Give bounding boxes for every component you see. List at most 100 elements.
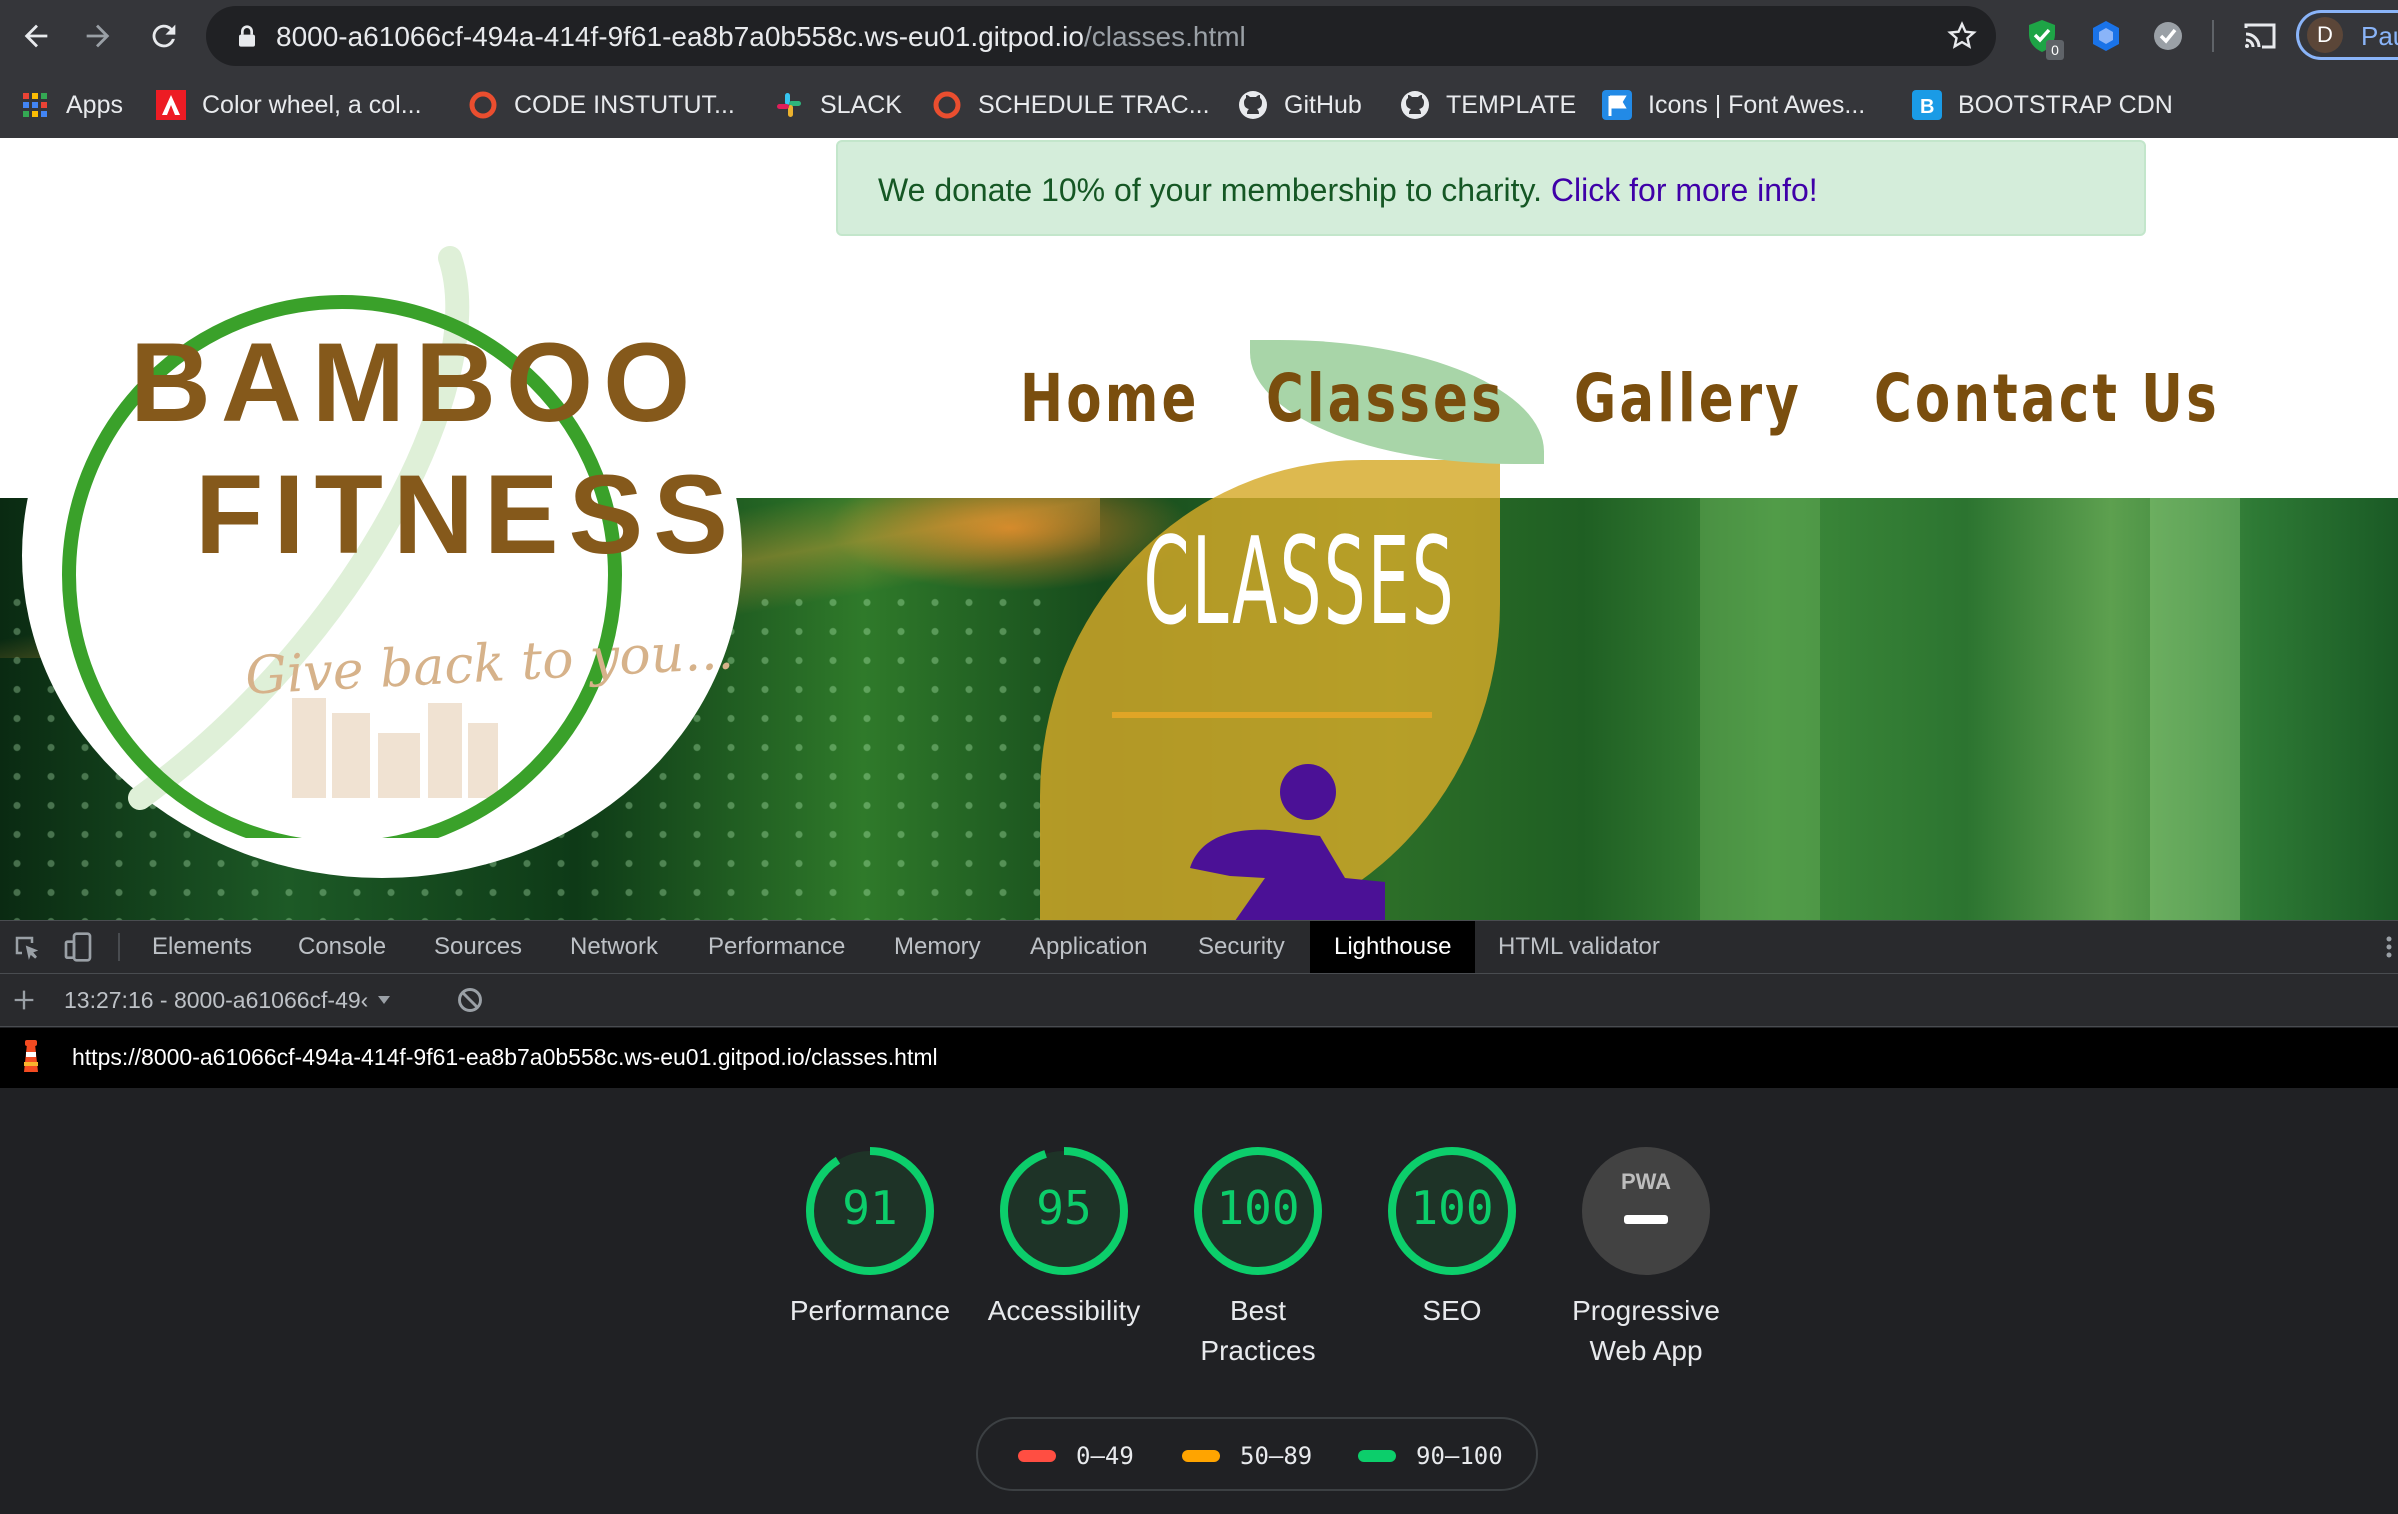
adobe-icon bbox=[156, 90, 186, 120]
cube-extension-icon[interactable] bbox=[2086, 16, 2126, 56]
arrow-right-icon bbox=[86, 24, 110, 48]
banner-text: We donate 10% of your membership to char… bbox=[878, 172, 1551, 208]
score-value: 100 bbox=[1410, 1181, 1494, 1235]
legend-pass: 90–100 bbox=[1358, 1439, 1503, 1473]
reload-icon bbox=[152, 24, 176, 48]
legend-label: 90–100 bbox=[1416, 1442, 1503, 1470]
devtools-panel: Elements Console Sources Network Perform… bbox=[0, 920, 2398, 1514]
profile-button[interactable]: D Pau bbox=[2296, 10, 2398, 60]
check-extension-icon[interactable] bbox=[2148, 16, 2188, 56]
bookmark-code-institute[interactable]: CODE INSTUTUT... bbox=[468, 82, 735, 128]
address-bar[interactable]: 8000-a61066cf-494a-414f-9f61-ea8b7a0b558… bbox=[206, 6, 1996, 66]
url-path: /classes.html bbox=[1083, 21, 1246, 52]
logo-text-fitness: FITNESS bbox=[195, 452, 738, 577]
tab-console[interactable]: Console bbox=[298, 921, 386, 973]
toolbar-divider bbox=[2212, 20, 2214, 52]
bookmark-bootstrap-cdn[interactable]: B BOOTSTRAP CDN bbox=[1912, 82, 2173, 128]
bookmark-schedule-tracker[interactable]: SCHEDULE TRAC... bbox=[932, 82, 1210, 128]
tab-performance[interactable]: Performance bbox=[708, 921, 845, 973]
bookmark-color-wheel[interactable]: Color wheel, a col... bbox=[156, 82, 422, 128]
gauge-accessibility[interactable]: 95 Accessibility bbox=[969, 1145, 1159, 1331]
bookmark-label: SLACK bbox=[820, 90, 902, 119]
bookmark-label: Icons | Font Awes... bbox=[1648, 90, 1866, 119]
avatar: D bbox=[2307, 17, 2343, 53]
legend-label: 50–89 bbox=[1240, 1442, 1313, 1470]
score-value: 91 bbox=[842, 1181, 898, 1235]
charity-banner: We donate 10% of your membership to char… bbox=[836, 140, 2146, 236]
nav-classes[interactable]: Classes bbox=[1266, 360, 1505, 437]
bookmark-label: SCHEDULE TRAC... bbox=[978, 90, 1210, 119]
pwa-badge-text: PWA bbox=[1620, 1169, 1672, 1194]
bookmark-label: Color wheel, a col... bbox=[202, 90, 422, 119]
report-url: https://8000-a61066cf-494a-414f-9f61-ea8… bbox=[72, 1044, 938, 1070]
report-select[interactable]: 13:27:16 - 8000-a61066cf-49‹ bbox=[64, 984, 392, 1016]
nav-gallery[interactable]: Gallery bbox=[1574, 360, 1802, 437]
running-person-icon bbox=[1190, 764, 1385, 920]
tab-memory[interactable]: Memory bbox=[894, 921, 981, 973]
legend-swatch-green bbox=[1358, 1450, 1396, 1462]
banner-link[interactable]: Click for more info! bbox=[1551, 172, 1818, 208]
lighthouse-toolbar: 13:27:16 - 8000-a61066cf-49‹ bbox=[0, 974, 2398, 1027]
gauge-performance[interactable]: 91 Performance bbox=[775, 1145, 965, 1331]
plus-icon[interactable] bbox=[10, 986, 38, 1014]
more-tabs-icon[interactable] bbox=[2384, 935, 2394, 959]
lighthouse-logo-icon bbox=[24, 1040, 38, 1072]
logo-text-bamboo: BAMBOO bbox=[130, 320, 701, 445]
clear-block-icon[interactable] bbox=[456, 986, 484, 1014]
legend-swatch-red bbox=[1018, 1450, 1056, 1462]
tab-divider bbox=[118, 933, 120, 961]
device-toolbar-icon[interactable] bbox=[62, 931, 94, 963]
bookmark-label: TEMPLATE bbox=[1446, 90, 1577, 119]
bookmark-font-awesome[interactable]: Icons | Font Awes... bbox=[1602, 82, 1865, 128]
legend-average: 50–89 bbox=[1182, 1439, 1312, 1473]
extension-badge: 0 bbox=[2046, 40, 2064, 60]
legend-fail: 0–49 bbox=[1018, 1439, 1134, 1473]
url-host: 8000-a61066cf-494a-414f-9f61-ea8b7a0b558… bbox=[276, 21, 1084, 52]
score-label: SEO bbox=[1422, 1295, 1482, 1326]
nav-contact-us[interactable]: Contact Us bbox=[1874, 360, 2220, 437]
bootstrap-icon: B bbox=[1912, 90, 1942, 120]
gauge-pwa[interactable]: PWA Progressive Web App bbox=[1551, 1145, 1741, 1371]
reload-button[interactable] bbox=[142, 14, 186, 58]
score-gauges: 91 Performance 95 Accessibility 100 Best… bbox=[0, 1145, 2398, 1445]
apps-grid-icon bbox=[20, 90, 50, 120]
profile-name: Pau bbox=[2361, 21, 2398, 51]
bookmark-template[interactable]: TEMPLATE bbox=[1400, 82, 1576, 128]
bookmarks-bar: Apps Color wheel, a col... CODE INSTUTUT… bbox=[0, 82, 2398, 128]
gauge-best-practices[interactable]: 100 Best Practices bbox=[1163, 1145, 1353, 1371]
pwa-badge-icon bbox=[1582, 1147, 1710, 1275]
bookmark-github[interactable]: GitHub bbox=[1238, 82, 1362, 128]
chevron-down-icon bbox=[378, 996, 391, 1004]
bookmark-label: Apps bbox=[66, 90, 123, 119]
report-url-bar: https://8000-a61066cf-494a-414f-9f61-ea8… bbox=[0, 1028, 2398, 1088]
legend-label: 0–49 bbox=[1076, 1442, 1134, 1470]
browser-chrome: 8000-a61066cf-494a-414f-9f61-ea8b7a0b558… bbox=[0, 0, 2398, 138]
devtools-tabbar: Elements Console Sources Network Perform… bbox=[0, 920, 2398, 974]
bookmark-apps[interactable]: Apps bbox=[20, 82, 123, 128]
red-circle-icon bbox=[932, 90, 962, 120]
cast-icon[interactable] bbox=[2240, 16, 2280, 56]
forward-button[interactable] bbox=[76, 14, 120, 58]
score-value: 100 bbox=[1216, 1181, 1300, 1235]
tab-elements[interactable]: Elements bbox=[152, 921, 252, 973]
tab-lighthouse[interactable]: Lighthouse bbox=[1310, 921, 1476, 973]
website-viewport: CLASSES BAMBOO FITNESS Give back to you.… bbox=[0, 138, 2398, 920]
nav-home[interactable]: Home bbox=[1020, 360, 1199, 437]
svg-text:B: B bbox=[1920, 96, 1934, 118]
tab-security[interactable]: Security bbox=[1198, 921, 1285, 973]
bookmark-label: GitHub bbox=[1284, 90, 1362, 119]
tab-sources[interactable]: Sources bbox=[434, 921, 522, 973]
red-circle-icon bbox=[468, 90, 498, 120]
star-bookmark-icon[interactable] bbox=[1946, 20, 1978, 52]
lock-icon bbox=[239, 25, 255, 47]
score-value: 95 bbox=[1036, 1181, 1092, 1235]
tab-html-validator[interactable]: HTML validator bbox=[1498, 921, 1660, 973]
score-label: Accessibility bbox=[987, 1295, 1141, 1326]
tab-network[interactable]: Network bbox=[570, 921, 658, 973]
tab-application[interactable]: Application bbox=[1030, 921, 1147, 973]
gauge-seo[interactable]: 100 SEO bbox=[1357, 1145, 1547, 1331]
score-legend: 0–49 50–89 90–100 bbox=[976, 1417, 1538, 1491]
inspect-element-icon[interactable] bbox=[12, 933, 42, 963]
bookmark-slack[interactable]: SLACK bbox=[774, 82, 902, 128]
back-button[interactable] bbox=[14, 14, 58, 58]
